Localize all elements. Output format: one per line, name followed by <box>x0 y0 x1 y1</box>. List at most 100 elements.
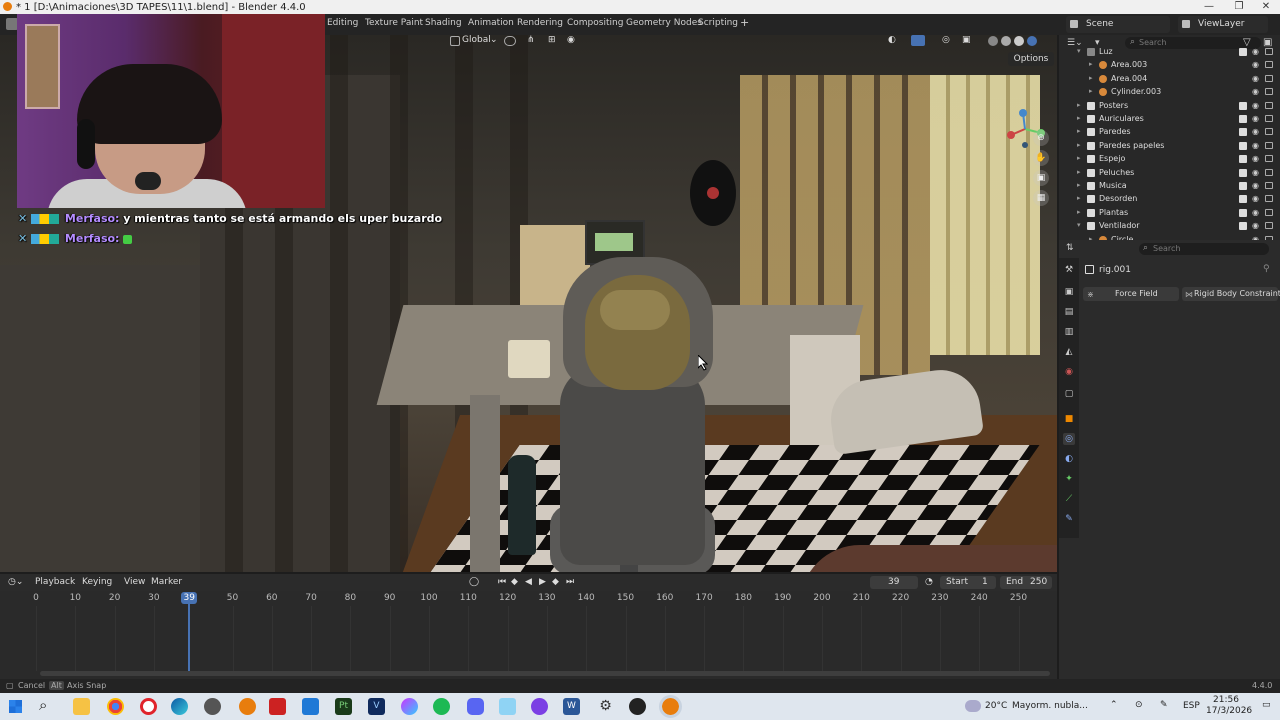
file-explorer-icon[interactable] <box>73 698 90 715</box>
edge-icon[interactable] <box>171 698 188 715</box>
render-camera-icon[interactable] <box>1265 222 1273 230</box>
bone-tab-icon[interactable]: ⟋ <box>1063 493 1075 505</box>
render-camera-icon[interactable] <box>1265 208 1273 216</box>
data-tab-icon[interactable]: ✦ <box>1063 473 1075 485</box>
render-tab-icon[interactable]: ▣ <box>1063 286 1075 298</box>
pen-icon[interactable]: ✎ <box>1160 700 1168 710</box>
tab-compositing[interactable]: Compositing <box>567 18 623 28</box>
vegas-icon[interactable]: V <box>368 698 385 715</box>
outliner-row[interactable]: ▸ Cylinder.003 ◉ <box>1059 86 1280 99</box>
eye-icon[interactable]: ◉ <box>1252 101 1259 110</box>
object-tab-icon[interactable]: ■ <box>1063 413 1075 425</box>
end-frame-field[interactable]: End 250 <box>1000 576 1052 589</box>
pivot-icon[interactable] <box>504 36 516 46</box>
video-app-icon[interactable] <box>269 698 286 715</box>
exclude-checkbox[interactable] <box>1239 48 1247 56</box>
app-icon[interactable] <box>629 698 646 715</box>
view-layer-selector[interactable]: ViewLayer <box>1178 16 1268 33</box>
properties-editor-icon[interactable]: ⇅ <box>1066 243 1074 253</box>
eye-icon[interactable]: ◉ <box>1252 127 1259 136</box>
eye-icon[interactable]: ◉ <box>1252 74 1259 83</box>
physics-tab-icon[interactable]: ◎ <box>1063 433 1075 445</box>
render-camera-icon[interactable] <box>1265 74 1273 82</box>
next-keyframe-icon[interactable]: ◆ <box>552 577 559 587</box>
add-workspace-button[interactable]: + <box>740 16 749 29</box>
expand-arrow-open-icon[interactable]: ▾ <box>1077 47 1081 55</box>
pin-icon[interactable]: ⚲ <box>1263 264 1270 274</box>
render-camera-icon[interactable] <box>1265 195 1273 203</box>
camera-view-icon[interactable]: ▣ <box>1033 170 1049 186</box>
expand-arrow-closed-icon[interactable]: ▸ <box>1077 114 1081 122</box>
expand-arrow-open-icon[interactable]: ▾ <box>1077 221 1081 229</box>
photos-icon[interactable] <box>302 698 319 715</box>
play-reverse-icon[interactable]: ◀ <box>525 577 532 587</box>
expand-arrow-closed-icon[interactable]: ▸ <box>1077 168 1081 176</box>
timeline[interactable]: 0 10 20 30 39 50 60 70 80 90 100 110 120 130 140 150 160… <box>0 591 1057 679</box>
render-camera-icon[interactable] <box>1265 141 1273 149</box>
force-field-button[interactable]: Force Field <box>1083 287 1179 301</box>
collection-tab-icon[interactable]: ▢ <box>1063 388 1075 400</box>
expand-arrow-closed-icon[interactable]: ▸ <box>1089 74 1093 82</box>
exclude-checkbox[interactable] <box>1239 141 1247 150</box>
blender-icon[interactable] <box>239 698 256 715</box>
render-camera-icon[interactable] <box>1265 115 1273 122</box>
zoom-icon[interactable]: ⊕ <box>1033 130 1049 146</box>
options-button[interactable]: Options <box>1008 52 1054 66</box>
exclude-checkbox[interactable] <box>1239 115 1247 123</box>
discord-icon[interactable] <box>467 698 484 715</box>
jump-end-icon[interactable]: ⏭ <box>566 577 574 587</box>
minimize-icon[interactable]: — <box>1195 0 1223 14</box>
eye-icon[interactable]: ◉ <box>1252 208 1259 217</box>
obs-icon[interactable] <box>204 698 221 715</box>
opera-icon[interactable] <box>140 698 157 715</box>
render-camera-icon[interactable] <box>1265 88 1273 96</box>
exclude-checkbox[interactable] <box>1239 222 1247 231</box>
krita-icon[interactable] <box>401 698 418 715</box>
tab-editing[interactable]: Editing <box>327 18 358 28</box>
expand-arrow-closed-icon[interactable]: ▸ <box>1077 141 1081 149</box>
output-tab-icon[interactable]: ▤ <box>1063 306 1075 318</box>
start-frame-field[interactable]: Start 1 <box>940 576 996 589</box>
outliner-row[interactable]: ▸ Posters ◉ <box>1059 100 1280 113</box>
taskbar-date[interactable]: 17/3/2026 <box>1206 706 1252 716</box>
eye-icon[interactable]: ◉ <box>1252 154 1259 163</box>
pycharm-icon[interactable]: Pt <box>335 698 352 715</box>
pan-icon[interactable]: ✋ <box>1033 150 1049 166</box>
bone-constraint-tab-icon[interactable]: ✎ <box>1063 513 1075 525</box>
menu-keying[interactable]: Keying <box>82 577 112 587</box>
exclude-checkbox[interactable] <box>1239 182 1247 190</box>
expand-arrow-closed-icon[interactable]: ▸ <box>1077 208 1081 216</box>
timeline-scrollbar[interactable] <box>40 671 1050 676</box>
eye-icon[interactable]: ◉ <box>1252 141 1259 150</box>
tab-rendering[interactable]: Rendering <box>517 18 563 28</box>
outliner-row[interactable]: ▸ Auriculares ◉ <box>1059 113 1280 126</box>
exclude-checkbox[interactable] <box>1239 128 1247 137</box>
tray-chevron-icon[interactable]: ⌃ <box>1110 700 1118 710</box>
tab-animation[interactable]: Animation <box>468 18 514 28</box>
wireframe-shading-icon[interactable] <box>988 36 998 46</box>
editor-type-icon[interactable]: ◷⌄ <box>8 577 23 587</box>
outliner-row[interactable]: ▸ Espejo ◉ <box>1059 153 1280 166</box>
eye-icon[interactable]: ◉ <box>1252 87 1259 96</box>
perspective-icon[interactable]: ▦ <box>1033 190 1049 206</box>
expand-arrow-closed-icon[interactable]: ▸ <box>1077 181 1081 189</box>
outliner-row[interactable]: ▸ Paredes papeles ◉ <box>1059 140 1280 153</box>
word-icon[interactable]: W <box>563 698 580 715</box>
tab-scripting[interactable]: Scripting <box>698 18 738 28</box>
expand-arrow-closed-icon[interactable]: ▸ <box>1077 101 1081 109</box>
snap-icon[interactable]: ⋔ <box>527 35 535 45</box>
snap-target-icon[interactable]: ⊞ <box>548 35 556 45</box>
menu-marker[interactable]: Marker <box>151 577 182 587</box>
outliner-row[interactable]: ▸ Plantas ◉ <box>1059 207 1280 220</box>
eye-icon[interactable]: ◉ <box>1252 114 1259 123</box>
weather-icon[interactable] <box>965 700 981 712</box>
notification-icon[interactable]: ▭ <box>1262 700 1271 710</box>
settings-icon[interactable]: ⚙ <box>597 698 614 715</box>
current-frame-field[interactable]: 39 <box>870 576 918 589</box>
exclude-checkbox[interactable] <box>1239 155 1247 164</box>
language-indicator[interactable]: ESP <box>1183 701 1200 711</box>
taskbar-time[interactable]: 21:56 <box>1213 695 1239 705</box>
outliner[interactable]: ☰⌄ ▾ Search ⌕ ▽ ▣ ▾ Luz ◉ ▸ Area.003 ◉ ▸ Area.0… <box>1059 35 1280 244</box>
gizmo-toggle-icon[interactable] <box>911 35 925 46</box>
exclude-checkbox[interactable] <box>1239 168 1247 177</box>
